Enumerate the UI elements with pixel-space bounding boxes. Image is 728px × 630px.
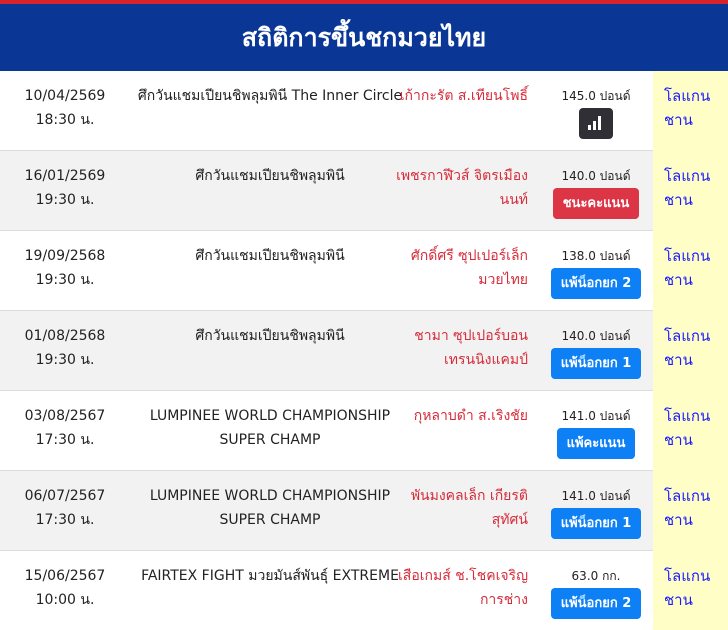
event-name[interactable]: LUMPINEE WORLD CHAMPIONSHIP SUPER CHAMP — [135, 404, 405, 452]
fight-weight: 141.0 ปอนด์ — [561, 409, 631, 423]
result-badge[interactable]: ชนะคะแนน — [552, 188, 640, 219]
fight-row: 10/04/2569 18:30 น. ศึกวันแชมเปียนชิพลุม… — [0, 71, 728, 151]
fight-row: 16/01/2569 19:30 น. ศึกวันแชมเปียนชิพลุม… — [0, 151, 728, 231]
opponent-name[interactable]: ศักดิ์ศรี ซุปเปอร์เล็กมวยไทย — [392, 244, 528, 292]
fight-datetime: 01/08/2568 19:30 น. — [0, 324, 130, 372]
result-badge[interactable]: แพ้น็อกยก 1 — [550, 508, 642, 539]
fight-datetime: 16/01/2569 19:30 น. — [0, 164, 130, 212]
fight-datetime: 10/04/2569 18:30 น. — [0, 84, 130, 132]
bar-chart-icon — [588, 116, 604, 130]
fight-weight: 140.0 ปอนด์ — [561, 329, 631, 343]
fight-time: 19:30 น. — [35, 192, 95, 208]
fight-date: 19/09/2568 — [24, 248, 106, 264]
event-name[interactable]: ศึกวันแชมเปียนชิพลุมพินี The Inner Circl… — [135, 84, 405, 108]
fight-time: 17:30 น. — [35, 512, 95, 528]
fight-date: 16/01/2569 — [24, 168, 106, 184]
fighter-corner[interactable]: โลแกนชาน — [653, 471, 728, 551]
opponent-name[interactable]: ชามา ซุปเปอร์บอนเทรนนิงแคมป์ — [392, 324, 528, 372]
fight-row: 01/08/2568 19:30 น. ศึกวันแชมเปียนชิพลุม… — [0, 311, 728, 391]
opponent-name[interactable]: เสือเกมส์ ช.โชคเจริญการช่าง — [392, 564, 528, 612]
fight-datetime: 19/09/2568 19:30 น. — [0, 244, 130, 292]
page-header: สถิติการขึ้นชกมวยไทย — [0, 4, 728, 71]
fight-datetime: 15/06/2567 10:00 น. — [0, 564, 130, 612]
fighter-corner[interactable]: โลแกนชาน — [653, 231, 728, 311]
fight-time: 10:00 น. — [35, 592, 95, 608]
event-name[interactable]: ศึกวันแชมเปียนชิพลุมพินี — [135, 244, 405, 268]
event-name[interactable]: FAIRTEX FIGHT มวยมันส์พันธุ์ EXTREME — [135, 564, 405, 588]
result-cell: 141.0 ปอนด์ แพ้คะแนน — [540, 408, 652, 459]
result-cell: 140.0 ปอนด์ ชนะคะแนน — [540, 168, 652, 219]
fight-time: 17:30 น. — [35, 432, 95, 448]
fight-weight: 145.0 ปอนด์ — [561, 89, 631, 103]
fight-record-list: 10/04/2569 18:30 น. ศึกวันแชมเปียนชิพลุม… — [0, 71, 728, 630]
fight-time: 19:30 น. — [35, 352, 95, 368]
fight-weight: 141.0 ปอนด์ — [561, 489, 631, 503]
fight-time: 19:30 น. — [35, 272, 95, 288]
fight-row: 19/09/2568 19:30 น. ศึกวันแชมเปียนชิพลุม… — [0, 231, 728, 311]
fight-datetime: 03/08/2567 17:30 น. — [0, 404, 130, 452]
fighter-corner[interactable]: โลแกนชาน — [653, 391, 728, 471]
opponent-name[interactable]: เพชรกาฬีวส์ จิตรเมืองนนท์ — [392, 164, 528, 212]
event-name[interactable]: ศึกวันแชมเปียนชิพลุมพินี — [135, 324, 405, 348]
result-cell: 145.0 ปอนด์ — [540, 88, 652, 143]
fight-date: 06/07/2567 — [24, 488, 106, 504]
fight-datetime: 06/07/2567 17:30 น. — [0, 484, 130, 532]
result-cell: 140.0 ปอนด์ แพ้น็อกยก 1 — [540, 328, 652, 379]
fighter-corner[interactable]: โลแกนชาน — [653, 311, 728, 391]
result-cell: 63.0 กก. แพ้น็อกยก 2 — [540, 568, 652, 619]
event-name[interactable]: ศึกวันแชมเปียนชิพลุมพินี — [135, 164, 405, 188]
fighter-corner[interactable]: โลแกนชาน — [653, 71, 728, 151]
result-badge[interactable]: แพ้น็อกยก 2 — [550, 268, 642, 299]
fight-date: 03/08/2567 — [24, 408, 106, 424]
fight-weight: 63.0 กก. — [571, 569, 621, 583]
fight-date: 10/04/2569 — [24, 88, 106, 104]
fighter-corner[interactable]: โลแกนชาน — [653, 151, 728, 231]
result-badge[interactable]: แพ้คะแนน — [556, 428, 636, 459]
fight-row: 03/08/2567 17:30 น. LUMPINEE WORLD CHAMP… — [0, 391, 728, 471]
result-cell: 141.0 ปอนด์ แพ้น็อกยก 1 — [540, 488, 652, 539]
page-title: สถิติการขึ้นชกมวยไทย — [241, 22, 487, 52]
fight-date: 01/08/2568 — [24, 328, 106, 344]
result-cell: 138.0 ปอนด์ แพ้น็อกยก 2 — [540, 248, 652, 299]
opponent-name[interactable]: เก้ากะรัต ส.เทียนโพธิ์ — [392, 84, 528, 108]
event-name[interactable]: LUMPINEE WORLD CHAMPIONSHIP SUPER CHAMP — [135, 484, 405, 532]
stats-button[interactable] — [579, 108, 613, 139]
result-badge[interactable]: แพ้น็อกยก 1 — [550, 348, 642, 379]
fight-weight: 138.0 ปอนด์ — [561, 249, 631, 263]
opponent-name[interactable]: กุหลาบดำ ส.เริงชัย — [392, 404, 528, 428]
fight-weight: 140.0 ปอนด์ — [561, 169, 631, 183]
result-badge[interactable]: แพ้น็อกยก 2 — [550, 588, 642, 619]
fight-date: 15/06/2567 — [24, 568, 106, 584]
fight-row: 06/07/2567 17:30 น. LUMPINEE WORLD CHAMP… — [0, 471, 728, 551]
fighter-corner[interactable]: โลแกนชาน — [653, 551, 728, 630]
fight-time: 18:30 น. — [35, 112, 95, 128]
opponent-name[interactable]: พันมงคลเล็ก เกียรติสุทัศน์ — [392, 484, 528, 532]
fight-row: 15/06/2567 10:00 น. FAIRTEX FIGHT มวยมัน… — [0, 551, 728, 630]
